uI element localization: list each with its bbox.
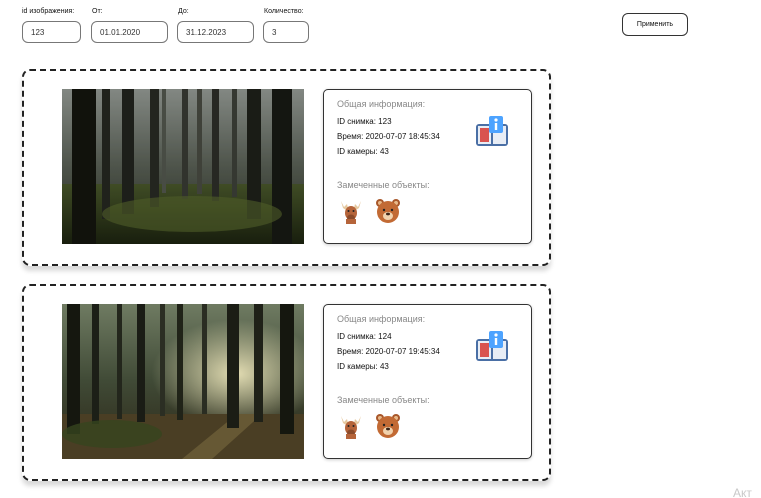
image-id-value: ID снимка: 124 bbox=[337, 332, 392, 341]
date-from-label: От: bbox=[92, 8, 103, 15]
info-panel: Общая информация: ID снимка: 123 Время: … bbox=[323, 89, 532, 244]
moose-icon[interactable] bbox=[338, 198, 364, 229]
date-to-label: До: bbox=[178, 8, 189, 15]
date-from-input[interactable] bbox=[91, 21, 168, 43]
camera-id-value: ID камеры: 43 bbox=[337, 147, 389, 156]
forest-photo[interactable] bbox=[62, 89, 304, 244]
bear-icon[interactable] bbox=[375, 198, 401, 229]
apply-button[interactable]: Применить bbox=[622, 13, 688, 36]
bear-icon[interactable] bbox=[375, 413, 401, 444]
image-id-value: ID снимка: 123 bbox=[337, 117, 392, 126]
time-value: Время: 2020-07-07 19:45:34 bbox=[337, 347, 440, 356]
count-input[interactable] bbox=[263, 21, 309, 43]
image-id-label: id изображения: bbox=[22, 8, 75, 15]
date-to-input[interactable] bbox=[177, 21, 254, 43]
info-title: Общая информация: bbox=[337, 99, 426, 109]
moose-icon[interactable] bbox=[338, 413, 364, 444]
info-title: Общая информация: bbox=[337, 314, 426, 324]
activation-watermark: Акт bbox=[733, 486, 752, 498]
count-label: Количество: bbox=[264, 8, 304, 15]
forest-photo[interactable] bbox=[62, 304, 304, 459]
info-book-icon[interactable] bbox=[474, 331, 510, 368]
info-book-icon[interactable] bbox=[474, 116, 510, 153]
image-id-input[interactable] bbox=[22, 21, 81, 43]
time-value: Время: 2020-07-07 18:45:34 bbox=[337, 132, 440, 141]
objects-title: Замеченные объекты: bbox=[337, 180, 430, 190]
result-card: Общая информация: ID снимка: 124 Время: … bbox=[22, 284, 551, 481]
result-card: Общая информация: ID снимка: 123 Время: … bbox=[22, 69, 551, 266]
camera-id-value: ID камеры: 43 bbox=[337, 362, 389, 371]
objects-title: Замеченные объекты: bbox=[337, 395, 430, 405]
info-panel: Общая информация: ID снимка: 124 Время: … bbox=[323, 304, 532, 459]
